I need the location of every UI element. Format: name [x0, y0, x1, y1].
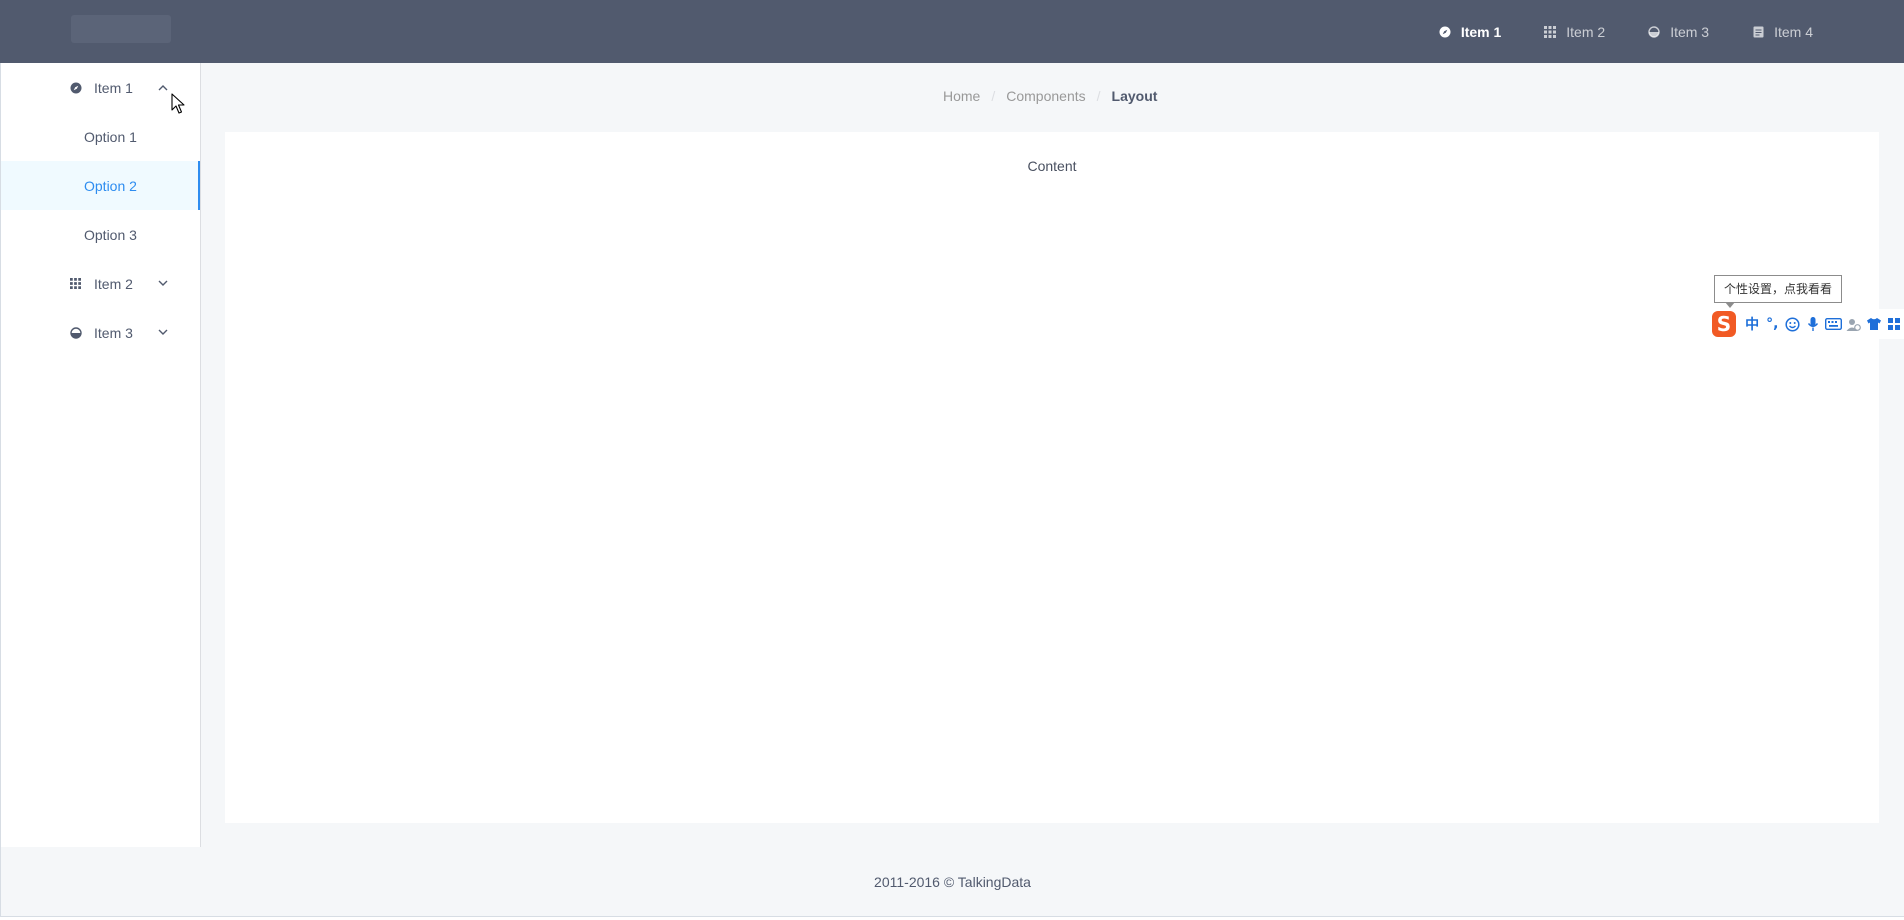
chevron-up-icon [158, 82, 168, 92]
breadcrumb-separator: / [991, 88, 996, 104]
sidebar-option-label: Option 3 [84, 226, 137, 243]
toolbox-grid-icon[interactable] [1884, 313, 1904, 335]
breadcrumb-separator: / [1096, 88, 1101, 104]
sidebar-option-label: Option 2 [84, 177, 137, 194]
content-panel: Content [225, 132, 1879, 823]
document-icon [1751, 25, 1765, 39]
emoji-icon[interactable] [1782, 313, 1802, 335]
ime-mode-button[interactable]: 中 [1742, 313, 1762, 335]
skin-shirt-icon[interactable] [1863, 313, 1883, 335]
sogou-logo-icon[interactable]: S [1712, 311, 1736, 337]
sidebar-option-3[interactable]: Option 3 [1, 210, 200, 259]
sidebar-option-1[interactable]: Option 1 [1, 112, 200, 161]
top-nav-item-label: Item 1 [1460, 23, 1502, 40]
top-nav-item-4[interactable]: Item 4 [1730, 0, 1834, 63]
chevron-down-icon [158, 278, 168, 288]
top-nav-item-label: Item 2 [1566, 23, 1606, 40]
breadcrumb-current: Layout [1111, 88, 1158, 104]
ime-tooltip-text: 个性设置，点我看看 [1724, 282, 1833, 296]
content-text: Content [1027, 158, 1077, 174]
footer: 2011-2016 © TalkingData [1, 847, 1904, 917]
pie-chart-icon [69, 326, 82, 339]
top-nav-item-1[interactable]: Item 1 [1417, 0, 1522, 63]
compass-icon [69, 81, 82, 94]
microphone-icon[interactable] [1803, 313, 1823, 335]
user-settings-icon[interactable] [1843, 313, 1863, 335]
app-root: Item 1 Item 2 Item 3 Item 4 Item 1 Optio… [0, 0, 1904, 920]
sidebar-menu: Item 1 Option 1 Option 2 Option 3 Item 2 [1, 63, 201, 847]
sidebar-option-label: Option 1 [84, 128, 137, 145]
breadcrumb-components[interactable]: Components [1006, 88, 1085, 104]
top-nav-item-label: Item 3 [1670, 23, 1710, 40]
sidebar-option-2[interactable]: Option 2 [1, 161, 200, 210]
top-header: Item 1 Item 2 Item 3 Item 4 [0, 0, 1904, 63]
sidebar-submenu-item-2[interactable]: Item 2 [1, 259, 200, 308]
breadcrumb: Home / Components / Layout [943, 88, 1157, 104]
top-nav-item-label: Item 4 [1774, 23, 1813, 40]
top-nav-menu: Item 1 Item 2 Item 3 Item 4 [1417, 0, 1834, 63]
top-nav-item-2[interactable]: Item 2 [1522, 0, 1626, 63]
ime-tooltip[interactable]: 个性设置，点我看看 [1714, 275, 1843, 308]
top-nav-item-3[interactable]: Item 3 [1626, 0, 1730, 63]
ime-punctuation-button[interactable]: °, [1762, 313, 1782, 335]
chevron-down-icon [158, 327, 168, 337]
grid-icon [1543, 25, 1557, 39]
mouse-cursor-icon [171, 93, 185, 115]
logo-placeholder [71, 15, 171, 43]
sidebar-submenu-label: Item 3 [94, 324, 133, 341]
sidebar-submenu-label: Item 2 [94, 275, 133, 292]
keyboard-icon[interactable] [1823, 313, 1843, 335]
breadcrumb-home[interactable]: Home [943, 88, 980, 104]
footer-copyright: 2011-2016 © TalkingData [874, 874, 1031, 890]
sidebar-submenu-label: Item 1 [94, 79, 133, 96]
compass-icon [1438, 25, 1452, 39]
ime-toolbar: S 中 °, [1712, 309, 1904, 339]
sidebar-submenu-item-3[interactable]: Item 3 [1, 308, 200, 357]
grid-icon [69, 277, 82, 290]
pie-chart-icon [1647, 25, 1661, 39]
